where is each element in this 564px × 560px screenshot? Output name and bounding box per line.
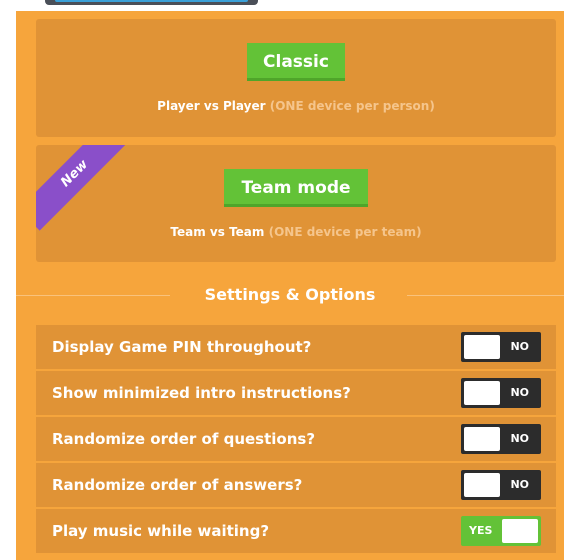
setting-play-music: Play music while waiting? YES — [36, 509, 556, 553]
team-mode-card: New Team mode Team vs Team (ONE device p… — [36, 145, 556, 262]
setting-label: Show minimized intro instructions? — [52, 384, 351, 402]
setting-label: Play music while waiting? — [52, 522, 270, 540]
toggle-knob — [502, 519, 538, 543]
team-description-main: Team vs Team — [170, 225, 265, 239]
game-options-panel: Classic Player vs Player (ONE device per… — [16, 11, 564, 560]
toggle-state: NO — [510, 340, 529, 353]
classic-button[interactable]: Classic — [247, 43, 345, 81]
setting-randomize-questions: Randomize order of questions? NO — [36, 417, 556, 461]
toggle-state: NO — [510, 478, 529, 491]
top-window-fragment — [45, 0, 258, 5]
team-mode-button[interactable]: Team mode — [224, 169, 368, 207]
settings-list: Display Game PIN throughout? NO Show min… — [36, 325, 556, 555]
classic-description: Player vs Player (ONE device per person) — [36, 99, 556, 113]
randomize-questions-toggle[interactable]: NO — [461, 424, 541, 454]
minimized-intro-toggle[interactable]: NO — [461, 378, 541, 408]
classic-description-note: (ONE device per person) — [269, 99, 435, 113]
settings-header: Settings & Options — [16, 283, 564, 307]
toggle-knob — [464, 473, 500, 497]
team-description-note: (ONE device per team) — [268, 225, 422, 239]
classic-description-main: Player vs Player — [157, 99, 266, 113]
play-music-toggle[interactable]: YES — [461, 516, 541, 546]
new-badge: New — [36, 145, 132, 231]
setting-label: Display Game PIN throughout? — [52, 338, 312, 356]
toggle-knob — [464, 427, 500, 451]
settings-divider-right — [407, 295, 564, 296]
toggle-state: NO — [510, 432, 529, 445]
setting-display-game-pin: Display Game PIN throughout? NO — [36, 325, 556, 369]
setting-minimized-intro: Show minimized intro instructions? NO — [36, 371, 556, 415]
display-game-pin-toggle[interactable]: NO — [461, 332, 541, 362]
setting-randomize-answers: Randomize order of answers? NO — [36, 463, 556, 507]
team-description: Team vs Team (ONE device per team) — [36, 225, 556, 239]
toggle-state: YES — [469, 524, 493, 537]
toggle-state: NO — [510, 386, 529, 399]
toggle-knob — [464, 335, 500, 359]
setting-label: Randomize order of answers? — [52, 476, 303, 494]
toggle-knob — [464, 381, 500, 405]
setting-label: Randomize order of questions? — [52, 430, 316, 448]
randomize-answers-toggle[interactable]: NO — [461, 470, 541, 500]
classic-mode-card: Classic Player vs Player (ONE device per… — [36, 19, 556, 137]
